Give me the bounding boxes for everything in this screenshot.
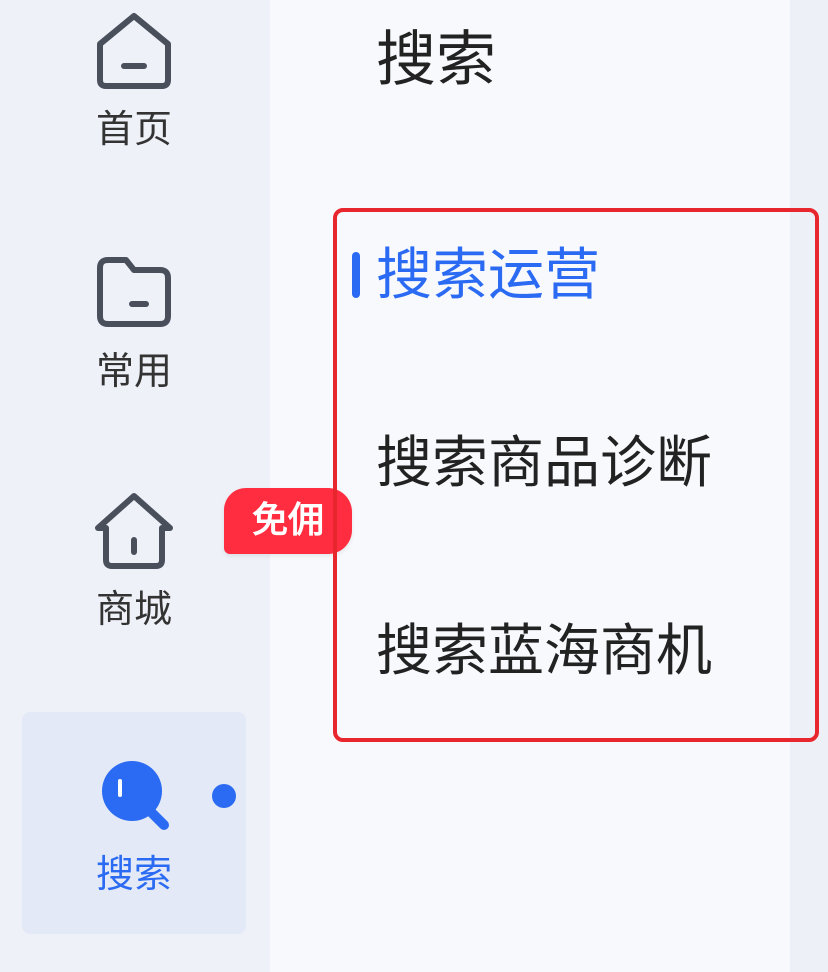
panel-title: 搜索 xyxy=(376,25,496,95)
sidebar-item-mall[interactable]: 商城 xyxy=(22,488,246,628)
store-icon xyxy=(95,493,173,569)
sidebar-item-common[interactable]: 常用 xyxy=(22,250,246,390)
search-icon xyxy=(102,761,169,830)
sidebar-item-label: 首页 xyxy=(95,107,172,151)
menu-item-search-blue-ocean[interactable]: 搜索蓝海商机 xyxy=(376,624,712,680)
menu-item-search-product-diagnosis[interactable]: 搜索商品诊断 xyxy=(376,436,712,492)
folder-icon xyxy=(97,257,171,327)
sidebar: 首页 常用 商城 搜索 xyxy=(0,0,270,972)
sidebar-item-home[interactable]: 首页 xyxy=(22,8,246,148)
sidebar-item-search[interactable]: 搜索 xyxy=(22,712,246,934)
sidebar-item-label: 常用 xyxy=(95,349,172,393)
active-indicator xyxy=(352,252,360,298)
sidebar-item-label: 搜索 xyxy=(95,852,172,896)
menu-item-search-operations[interactable]: 搜索运营 xyxy=(376,248,600,304)
sidebar-item-label: 商城 xyxy=(95,587,172,631)
notification-dot xyxy=(212,784,236,808)
home-icon xyxy=(97,13,171,89)
